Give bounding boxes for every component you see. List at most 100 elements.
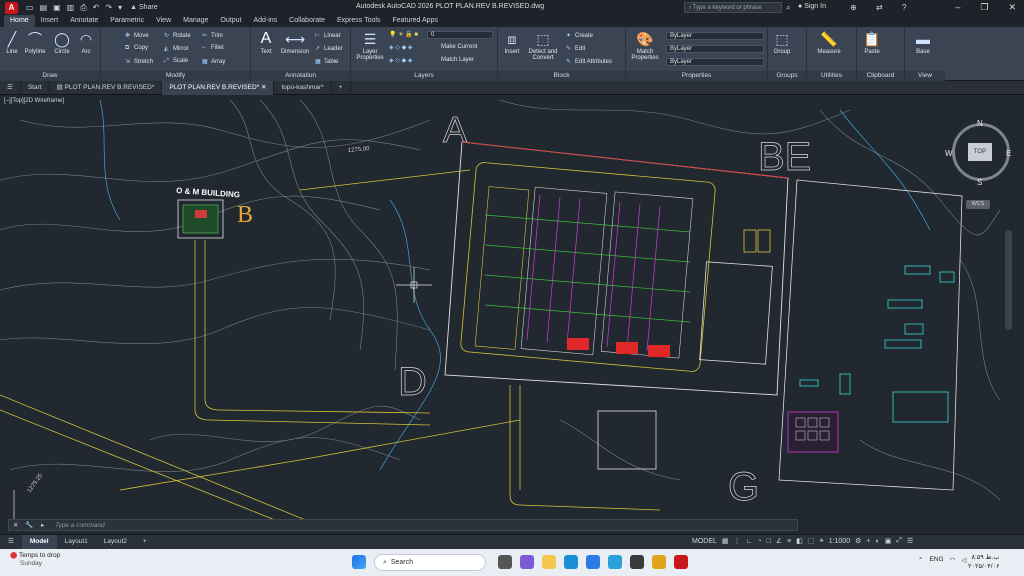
match-layer-button[interactable]: Match Layer	[441, 57, 474, 63]
add-layout-icon[interactable]: +	[135, 535, 155, 549]
make-current-button[interactable]: Make Current	[441, 44, 477, 50]
edit-attributes-button[interactable]: ✎ Edit Attributes	[566, 58, 612, 65]
file-tab-start[interactable]: Start	[21, 80, 50, 95]
arc-button[interactable]: ◠ Arc	[76, 30, 96, 55]
open-icon[interactable]: ▤	[40, 3, 48, 13]
layer-tool-icons-2[interactable]: ◈ ◇ ◆ ◈	[389, 57, 412, 64]
annotation-scale-button[interactable]: 1:1000	[829, 538, 850, 545]
app-icon-1[interactable]	[608, 555, 622, 569]
dimension-button[interactable]: ⟷ Dimension	[278, 30, 312, 55]
customize-icon[interactable]: ☰	[907, 537, 913, 545]
fullscreen-icon[interactable]: ⤢	[896, 537, 902, 545]
sign-in-button[interactable]: ● Sign In	[798, 3, 826, 10]
copy-button[interactable]: ⧉ Copy	[125, 45, 148, 52]
clipboard-panel-title[interactable]: Clipboard	[857, 71, 904, 81]
edge-icon[interactable]	[564, 555, 578, 569]
taskbar-clock[interactable]: ۸:۵۹ ب.ظ ۲۰۲۵/۰۴/۰۶	[968, 553, 1000, 571]
osnap-icon[interactable]: □	[767, 538, 771, 545]
volume-icon[interactable]: ◁	[961, 556, 966, 564]
base-button[interactable]: ▬ Base	[911, 30, 935, 55]
compass-south[interactable]: S	[977, 178, 982, 187]
modify-panel-title[interactable]: Modify	[101, 71, 250, 81]
leader-button[interactable]: ↗ Leader	[315, 45, 343, 52]
start-icon[interactable]	[352, 555, 366, 569]
gear-icon[interactable]: ⚙	[855, 537, 861, 545]
command-line[interactable]: ✕ 🔧 ▸ Type a command	[8, 519, 798, 531]
command-prompt-icon[interactable]: ▸	[41, 521, 44, 529]
redo-icon[interactable]: ↷	[105, 3, 112, 13]
ortho-icon[interactable]: ∟	[746, 538, 753, 545]
otrack-icon[interactable]: ∠	[776, 537, 782, 545]
chevron-down-icon[interactable]: ▾	[118, 3, 122, 13]
compass-east[interactable]: E	[1006, 149, 1011, 158]
file-tab-topo-kashmar[interactable]: topo-kashmar*	[274, 80, 332, 95]
file-tab-plot-plan-1[interactable]: ▤ PLOT PLAN.REV B.REVISED*	[50, 80, 163, 95]
task-view-icon[interactable]	[498, 555, 512, 569]
plant-boundary[interactable]	[444, 141, 789, 396]
viewport-controls[interactable]: [–][Top][2D Wireframe]	[4, 98, 64, 104]
exchange-icon[interactable]: ⇄	[876, 3, 883, 12]
compass-west[interactable]: W	[945, 149, 953, 158]
file-explorer-icon[interactable]	[542, 555, 556, 569]
paste-button[interactable]: 📋 Paste	[860, 30, 884, 55]
annotation-panel-title[interactable]: Annotation	[251, 71, 350, 81]
app-icon-3[interactable]	[652, 555, 666, 569]
tab-express-tools[interactable]: Express Tools	[331, 15, 386, 27]
drawing-area[interactable]: O & M BUILDING B A BE D G 1275.00 1275.2…	[0, 95, 1024, 534]
detect-convert-button[interactable]: ⬚ Detect and Convert	[525, 30, 561, 61]
weather-widget[interactable]: ⬤ Temps to drop Sunday	[10, 552, 60, 568]
tab-add-ins[interactable]: Add-ins	[247, 15, 283, 27]
lineweight-dropdown[interactable]: ByLayer	[666, 58, 764, 66]
annotation-visibility-icon[interactable]: ⚹	[819, 537, 823, 545]
layers-panel-title[interactable]: Layers	[351, 71, 497, 81]
rotate-button[interactable]: ↻ Rotate	[164, 32, 191, 39]
block-panel-title[interactable]: Block	[498, 71, 625, 81]
minimize-icon[interactable]: –	[955, 2, 960, 13]
color-dropdown[interactable]: ByLayer	[666, 32, 764, 40]
tab-model[interactable]: Model	[21, 535, 57, 549]
maximize-icon[interactable]: ❐	[980, 2, 988, 13]
tab-collaborate[interactable]: Collaborate	[283, 15, 331, 27]
navigation-bar[interactable]	[1005, 230, 1012, 330]
layer-properties-button[interactable]: ☰ Layer Properties	[355, 30, 385, 61]
scale-button[interactable]: ⤢ Scale	[164, 58, 188, 65]
table-button[interactable]: ▦ Table	[315, 58, 338, 65]
new-tab-icon[interactable]: +	[332, 80, 351, 95]
wcs-menu[interactable]: WCS	[966, 200, 990, 209]
close-icon[interactable]: ✕	[1008, 2, 1016, 13]
wifi-icon[interactable]: ◠	[950, 556, 956, 564]
mirror-button[interactable]: ◭ Mirror	[164, 45, 189, 52]
language-indicator[interactable]: ENG	[929, 556, 943, 564]
edit-block-button[interactable]: ✎ Edit	[566, 45, 585, 52]
trim-button[interactable]: ✂ Trim	[202, 32, 223, 39]
measure-button[interactable]: 📏 Measure	[812, 30, 846, 55]
selection-cycling-icon[interactable]: ⬚	[808, 537, 815, 545]
autocad-taskbar-icon[interactable]	[674, 555, 688, 569]
new-icon[interactable]: ▭	[26, 3, 34, 13]
linetype-dropdown[interactable]: ByLayer	[666, 45, 764, 53]
tab-home[interactable]: Home	[4, 15, 35, 27]
properties-panel-title[interactable]: Properties	[626, 71, 767, 81]
tab-annotate[interactable]: Annotate	[64, 15, 104, 27]
match-properties-button[interactable]: 🎨 Match Properties	[629, 30, 661, 61]
undo-icon[interactable]: ↶	[93, 3, 100, 13]
menu-icon[interactable]: ☰	[0, 80, 21, 95]
switchyard[interactable]	[474, 186, 694, 359]
line-button[interactable]: ╱ Line	[3, 30, 21, 55]
search-input[interactable]: › Type a keyword or phrase	[684, 2, 782, 13]
help-icon[interactable]: ?	[902, 3, 906, 12]
move-button[interactable]: ✥ Move	[125, 32, 149, 39]
compass-north[interactable]: N	[977, 119, 983, 128]
view-panel-title[interactable]: View	[905, 71, 945, 81]
teams-icon[interactable]	[520, 555, 534, 569]
binoculars-icon[interactable]: ⌕	[786, 3, 790, 13]
lineweight-icon[interactable]: ≡	[787, 538, 791, 545]
circle-button[interactable]: ◯ Circle	[51, 30, 73, 55]
utilities-panel-title[interactable]: Utilities	[807, 71, 856, 81]
group-button[interactable]: ⬚ Group	[771, 30, 793, 55]
print-icon[interactable]: ⎙	[80, 3, 86, 13]
create-block-button[interactable]: ✦ Create	[566, 32, 593, 39]
save-as-icon[interactable]: ▥	[67, 3, 75, 13]
snap-icon[interactable]: ⋮	[734, 537, 741, 545]
app-icon-2[interactable]	[630, 555, 644, 569]
